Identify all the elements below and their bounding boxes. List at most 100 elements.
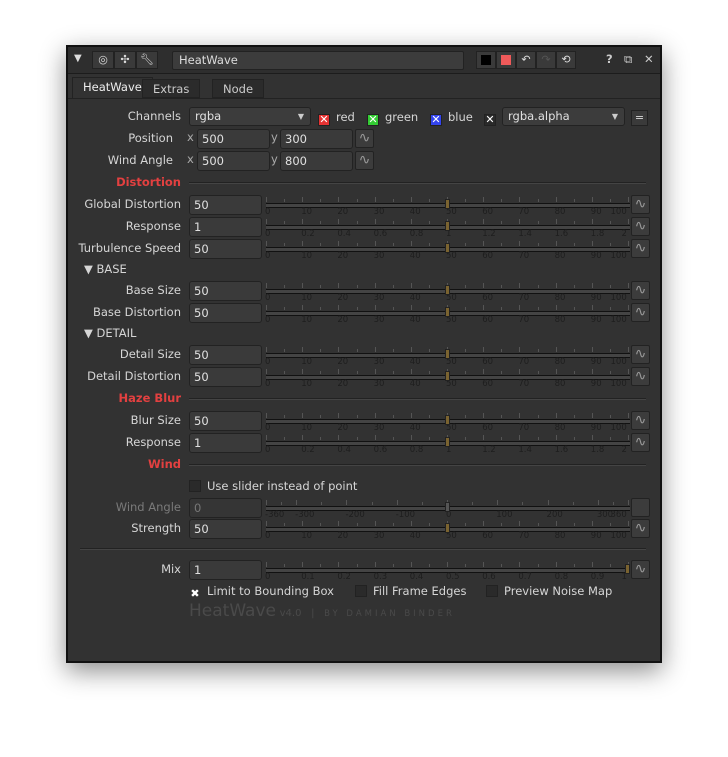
base-size-input[interactable]: 50 bbox=[189, 281, 262, 301]
undo-icon[interactable]: ↶ bbox=[516, 51, 536, 69]
collapse-icon[interactable]: ▼ bbox=[74, 53, 82, 64]
turbulence-speed-input[interactable]: 50 bbox=[189, 239, 262, 259]
slider-handle[interactable] bbox=[445, 502, 450, 512]
channels-dropdown[interactable]: rgba ▼ bbox=[189, 107, 311, 126]
global-distortion-slider[interactable]: 0 10 20 30 40 50 60 70 80 90 100 bbox=[265, 195, 630, 217]
detail-size-slider[interactable]: 0 10 20 30 40 50 60 70 80 90 100 bbox=[265, 345, 630, 367]
slider-handle[interactable] bbox=[445, 415, 450, 425]
animation-curve-icon[interactable]: ∿ bbox=[355, 151, 374, 170]
slider-handle[interactable] bbox=[445, 523, 450, 533]
slider-tick bbox=[591, 435, 593, 440]
response-slider[interactable]: 0 0.2 0.4 0.6 0.8 1 1.2 1.4 1.6 1.8 2 bbox=[265, 433, 630, 455]
slider-minor-tick bbox=[392, 307, 394, 310]
blur-size-slider[interactable]: 0 10 20 30 40 50 60 70 80 90 100 bbox=[265, 411, 630, 433]
slider-tick-label: 0 bbox=[265, 423, 271, 433]
turbulence-speed-slider[interactable]: 0 10 20 30 40 50 60 70 80 90 100 bbox=[265, 239, 630, 261]
animation-curve-icon[interactable]: ∿ bbox=[631, 519, 650, 538]
wind-angle-label: Wind Angle bbox=[115, 500, 181, 514]
slider-tick bbox=[266, 197, 267, 202]
wrench-icon[interactable]: 🔧︎ bbox=[136, 51, 158, 69]
base-size-slider[interactable]: 0 10 20 30 40 50 60 70 80 90 100 bbox=[265, 281, 630, 303]
alpha-channel-dropdown[interactable]: rgba.alpha ▼ bbox=[502, 107, 625, 126]
slider-tick bbox=[410, 413, 412, 418]
help-icon[interactable]: ? bbox=[606, 52, 613, 66]
fill-frame-edges-checkbox[interactable]: Fill Frame Edges bbox=[355, 583, 466, 599]
wind-angle-slider[interactable]: -360 -300 -200 -100 0 100 200 300 360 bbox=[265, 498, 630, 520]
position-y-input[interactable]: 300 bbox=[280, 129, 353, 149]
mix-slider[interactable]: 0 0.1 0.2 0.3 0.4 0.5 0.6 0.7 0.8 0.9 1 bbox=[265, 560, 630, 582]
blue-checkbox[interactable]: ✕ bbox=[430, 109, 448, 126]
position-x-input[interactable]: 500 bbox=[197, 129, 270, 149]
mix-input[interactable]: 1 bbox=[189, 560, 262, 580]
use-slider-checkbox[interactable]: Use slider instead of point bbox=[189, 478, 357, 494]
slider-tick-label: 1.4 bbox=[518, 445, 532, 455]
animation-curve-icon[interactable]: ∿ bbox=[631, 367, 650, 386]
strength-slider[interactable]: 0 10 20 30 40 50 60 70 80 90 100 bbox=[265, 519, 630, 541]
slider-tick bbox=[296, 500, 298, 505]
tab-node[interactable]: Node bbox=[212, 79, 265, 98]
animation-button[interactable] bbox=[631, 498, 650, 517]
slider-handle[interactable] bbox=[445, 307, 450, 317]
wind-angle-input[interactable]: 0 bbox=[189, 498, 262, 518]
slider-tick bbox=[302, 369, 304, 374]
slider-minor-tick bbox=[573, 564, 575, 567]
animation-curve-icon[interactable]: ∿ bbox=[631, 433, 650, 452]
equals-button[interactable]: = bbox=[631, 110, 648, 126]
slider-handle[interactable] bbox=[445, 371, 450, 381]
slider-tick-label: 60 bbox=[482, 531, 494, 541]
global-distortion-input[interactable]: 50 bbox=[189, 195, 262, 215]
preview-noise-map-checkbox[interactable]: Preview Noise Map bbox=[486, 583, 612, 599]
slider-handle[interactable] bbox=[445, 243, 450, 253]
slider-handle[interactable] bbox=[445, 349, 450, 359]
slider-handle[interactable] bbox=[445, 437, 450, 447]
slider-minor-tick bbox=[428, 307, 430, 310]
base-distortion-input[interactable]: 50 bbox=[189, 303, 262, 323]
alpha-checkbox[interactable]: ✕ bbox=[484, 109, 502, 126]
slider-handle[interactable] bbox=[445, 199, 450, 209]
response-input[interactable]: 1 bbox=[189, 217, 262, 237]
animation-curve-icon[interactable]: ∿ bbox=[631, 560, 650, 579]
green-checkbox[interactable]: ✕ green bbox=[367, 109, 418, 126]
tab-heatwave[interactable]: HeatWave bbox=[72, 77, 153, 99]
red-checkbox[interactable]: ✕ red bbox=[318, 109, 355, 126]
response-slider[interactable]: 0 0.2 0.4 0.6 0.8 1 1.2 1.4 1.6 1.8 2 bbox=[265, 217, 630, 239]
animation-curve-icon[interactable]: ∿ bbox=[631, 217, 650, 236]
close-icon[interactable]: ✕ bbox=[644, 52, 654, 66]
group-base-toggle[interactable]: ▼ BASE bbox=[84, 261, 127, 277]
animation-curve-icon[interactable]: ∿ bbox=[631, 411, 650, 430]
slider-handle[interactable] bbox=[625, 564, 630, 574]
slider-tick-label: 30 bbox=[373, 531, 385, 541]
center-node-icon[interactable]: ✣ bbox=[114, 51, 136, 69]
node-color-button[interactable] bbox=[476, 51, 496, 69]
animation-curve-icon[interactable]: ∿ bbox=[631, 195, 650, 214]
slider-tick bbox=[338, 219, 340, 224]
viewer-icon[interactable]: ◎ bbox=[92, 51, 114, 69]
animation-curve-icon[interactable]: ∿ bbox=[631, 345, 650, 364]
limit-bbox-checkbox[interactable]: ✖ Limit to Bounding Box bbox=[189, 583, 334, 601]
animation-curve-icon[interactable]: ∿ bbox=[631, 239, 650, 258]
response-input[interactable]: 1 bbox=[189, 433, 262, 453]
wind-angle-x-input[interactable]: 500 bbox=[197, 151, 270, 171]
revert-icon[interactable]: ⟲ bbox=[556, 51, 576, 69]
animation-curve-icon[interactable]: ∿ bbox=[355, 129, 374, 148]
slider-handle[interactable] bbox=[445, 221, 450, 231]
slider-handle[interactable] bbox=[445, 285, 450, 295]
group-detail-toggle[interactable]: ▼ DETAIL bbox=[84, 325, 136, 341]
float-icon[interactable]: ⧉ bbox=[624, 52, 632, 67]
detail-distortion-slider[interactable]: 0 10 20 30 40 50 60 70 80 90 100 bbox=[265, 367, 630, 389]
animation-curve-icon[interactable]: ∿ bbox=[631, 303, 650, 322]
tab-extras[interactable]: Extras bbox=[142, 79, 201, 98]
animation-curve-icon[interactable]: ∿ bbox=[631, 281, 650, 300]
slider-tick-label: 2 bbox=[621, 445, 627, 455]
blur-size-input[interactable]: 50 bbox=[189, 411, 262, 431]
detail-distortion-input[interactable]: 50 bbox=[189, 367, 262, 387]
wind-angle-y-input[interactable]: 800 bbox=[280, 151, 353, 171]
detail-size-input[interactable]: 50 bbox=[189, 345, 262, 365]
gl-color-button[interactable] bbox=[496, 51, 516, 69]
base-distortion-slider[interactable]: 0 10 20 30 40 50 60 70 80 90 100 bbox=[265, 303, 630, 325]
strength-input[interactable]: 50 bbox=[189, 519, 262, 539]
redo-icon[interactable]: ↷ bbox=[536, 51, 556, 69]
slider-tick-label: 70 bbox=[518, 357, 530, 367]
slider-tick-label: 40 bbox=[409, 207, 421, 217]
node-name-field[interactable]: HeatWave bbox=[172, 51, 464, 70]
